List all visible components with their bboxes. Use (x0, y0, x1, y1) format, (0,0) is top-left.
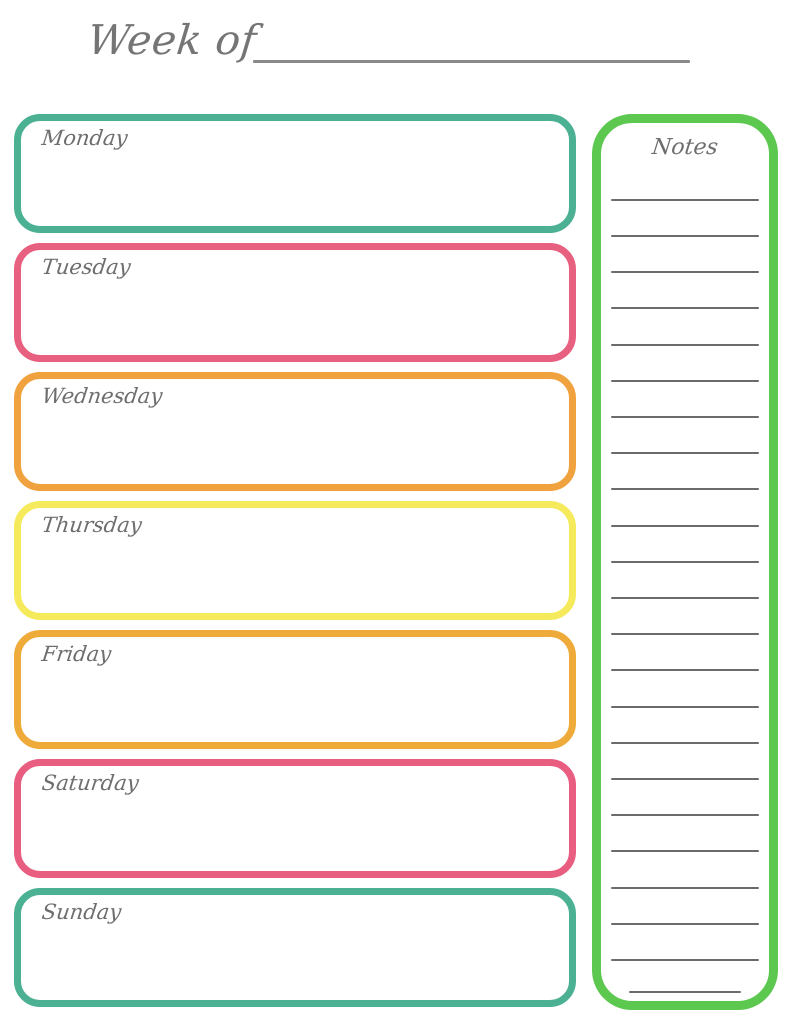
day-box-friday[interactable]: Friday (14, 630, 576, 749)
note-line[interactable] (611, 271, 759, 273)
day-box-wednesday[interactable]: Wednesday (14, 372, 576, 491)
note-line[interactable] (611, 597, 759, 599)
day-box-monday[interactable]: Monday (14, 114, 576, 233)
notes-lines (601, 123, 769, 1001)
note-line[interactable] (611, 416, 759, 418)
day-label: Friday (40, 642, 113, 666)
note-line[interactable] (611, 307, 759, 309)
note-line[interactable] (611, 814, 759, 816)
note-line[interactable] (611, 742, 759, 744)
note-line[interactable] (629, 991, 741, 993)
note-line[interactable] (611, 344, 759, 346)
day-label: Sunday (40, 900, 123, 924)
note-line[interactable] (611, 669, 759, 671)
day-label: Monday (40, 126, 129, 150)
day-label: Thursday (40, 513, 144, 537)
note-line[interactable] (611, 199, 759, 201)
note-line[interactable] (611, 561, 759, 563)
week-of-write-in-line[interactable] (253, 60, 690, 63)
days-column: Monday Tuesday Wednesday Thursday Friday Satu… (14, 114, 576, 1010)
day-label: Tuesday (40, 255, 133, 279)
note-line[interactable] (611, 923, 759, 925)
note-line[interactable] (611, 525, 759, 527)
note-line[interactable] (611, 959, 759, 961)
day-box-thursday[interactable]: Thursday (14, 501, 576, 620)
note-line[interactable] (611, 887, 759, 889)
note-line[interactable] (611, 235, 759, 237)
note-line[interactable] (611, 778, 759, 780)
notes-panel[interactable]: Notes (592, 114, 778, 1010)
week-of-label: Week of (85, 16, 260, 64)
note-line[interactable] (611, 452, 759, 454)
day-box-sunday[interactable]: Sunday (14, 888, 576, 1007)
note-line[interactable] (611, 633, 759, 635)
planner-header: Week of (0, 0, 791, 104)
day-box-saturday[interactable]: Saturday (14, 759, 576, 878)
note-line[interactable] (611, 706, 759, 708)
day-box-tuesday[interactable]: Tuesday (14, 243, 576, 362)
note-line[interactable] (611, 380, 759, 382)
planner-page: Week of Monday Tuesday Wednesday Thursday Fr… (0, 0, 791, 1024)
day-label: Wednesday (40, 384, 164, 408)
note-line[interactable] (611, 850, 759, 852)
day-label: Saturday (40, 771, 141, 795)
note-line[interactable] (611, 488, 759, 490)
